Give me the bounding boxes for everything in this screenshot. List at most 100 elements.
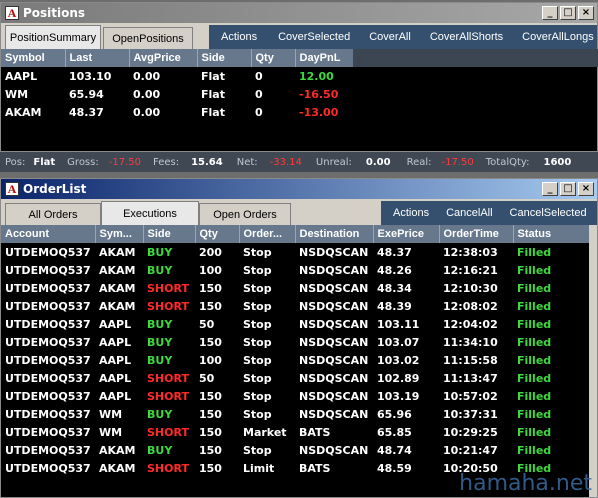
cell-account: UTDEMOQ537 [5,443,91,457]
positions-actions-bar: Actions CoverSelected CoverAll CoverAllS… [209,25,597,49]
orders-scrollbar[interactable] [589,225,597,497]
table-row[interactable]: UTDEMOQ537 WM SHORT 150 Market BATS 65.85 10:29… [1,423,591,441]
col-order-type[interactable]: Order... [239,225,296,243]
orders-tabbar: All Orders Executions Open Orders Action… [1,199,597,225]
cell-destination: NSDQSCAN [299,317,369,331]
table-row[interactable]: UTDEMOQ537 AKAM BUY 100 Stop NSDQSCAN 48.26 12:… [1,261,591,279]
col-exeprice[interactable]: ExePrice [373,225,440,243]
cell-destination: NSDQSCAN [299,407,369,421]
tab-position-summary[interactable]: PositionSummary [5,25,101,49]
cell-ordertime: 12:16:21 [443,263,498,277]
cell-ordertime: 11:15:58 [443,353,498,367]
cell-status: Filled [517,389,552,403]
table-row[interactable]: UTDEMOQ537 AKAM BUY 200 Stop NSDQSCAN 48.37 12:… [1,243,591,261]
minimize-icon[interactable]: _ [542,6,558,20]
cell-account: UTDEMOQ537 [5,407,91,421]
table-row[interactable]: UTDEMOQ537 AAPL SHORT 50 Stop NSDQSCAN 102.89 1… [1,369,591,387]
table-row[interactable]: WM 65.94 0.00 Flat 0 -16.50 [1,85,353,103]
maximize-icon[interactable]: □ [560,182,576,196]
cell-exeprice: 48.26 [377,263,412,277]
orders-actions-bar: Actions CancelAll CancelSelected [381,201,597,225]
cell-side: SHORT [147,461,189,475]
fees-value: 15.64 [191,156,223,168]
cover-all-button[interactable]: CoverAll [357,31,418,43]
col-ordertime[interactable]: OrderTime [439,225,514,243]
col-avgprice[interactable]: AvgPrice [129,49,198,67]
table-row[interactable]: UTDEMOQ537 AKAM SHORT 150 Stop NSDQSCAN 48.34 1… [1,279,591,297]
cover-all-longs-button[interactable]: CoverAllLongs [510,31,598,43]
orderlist-title: OrderList [23,182,87,196]
cell-order-type: Stop [243,353,272,367]
table-row[interactable]: UTDEMOQ537 WM BUY 150 Stop NSDQSCAN 65.96 10:37… [1,405,591,423]
cell-account: UTDEMOQ537 [5,371,91,385]
positions-titlebar[interactable]: A Positions _ □ × [1,3,597,23]
cell-account: UTDEMOQ537 [5,335,91,349]
col-side[interactable]: Side [197,49,252,67]
cell-destination: BATS [299,461,331,475]
cancel-all-button[interactable]: CancelAll [436,207,499,219]
cover-all-shorts-button[interactable]: CoverAllShorts [418,31,510,43]
col-symbol[interactable]: Symbol [1,49,66,67]
gross-label: Gross: [67,156,99,168]
table-row[interactable]: UTDEMOQ537 AAPL BUY 50 Stop NSDQSCAN 103.11 12:… [1,315,591,333]
cell-side: BUY [147,317,173,331]
positions-table: Symbol Last AvgPrice Side Qty DayPnL AAP… [1,49,354,121]
cell-ordertime: 11:13:47 [443,371,498,385]
col-status[interactable]: Status [513,225,592,243]
tab-open-orders[interactable]: Open Orders [199,203,291,225]
maximize-icon[interactable]: □ [560,6,576,20]
table-row[interactable]: UTDEMOQ537 AAPL BUY 150 Stop NSDQSCAN 103.07 11… [1,333,591,351]
pos-value: Flat [33,156,56,168]
tab-all-orders[interactable]: All Orders [5,203,101,225]
col-account[interactable]: Account [1,225,96,243]
close-icon[interactable]: × [578,182,594,196]
minimize-icon[interactable]: _ [542,182,558,196]
orders-actions-menu[interactable]: Actions [381,207,436,219]
cell-exeprice: 103.11 [377,317,420,331]
cell-symbol: AAPL [5,69,38,83]
cell-destination: NSDQSCAN [299,245,369,259]
col-qty[interactable]: Qty [195,225,240,243]
cell-qty: 200 [199,245,222,259]
cell-qty: 0 [255,87,263,101]
cell-status: Filled [517,443,552,457]
cell-account: UTDEMOQ537 [5,245,91,259]
col-qty[interactable]: Qty [251,49,296,67]
cell-ordertime: 11:34:10 [443,335,498,349]
col-daypnl[interactable]: DayPnL [295,49,354,67]
cover-selected-button[interactable]: CoverSelected [264,31,357,43]
col-symbol[interactable]: Sym... [95,225,144,243]
close-icon[interactable]: × [578,6,594,20]
table-row[interactable]: UTDEMOQ537 AAPL BUY 100 Stop NSDQSCAN 103.02 11… [1,351,591,369]
cell-side: SHORT [147,389,189,403]
table-row[interactable]: AAPL 103.10 0.00 Flat 0 12.00 [1,67,353,85]
cell-side: Flat [201,87,225,101]
cancel-selected-button[interactable]: CancelSelected [500,207,594,219]
table-row[interactable]: UTDEMOQ537 AKAM SHORT 150 Stop NSDQSCAN 48.39 1… [1,297,591,315]
cell-symbol: AKAM [99,443,136,457]
cell-status: Filled [517,281,552,295]
table-row[interactable]: UTDEMOQ537 AAPL SHORT 150 Stop NSDQSCAN 103.19… [1,387,591,405]
col-side[interactable]: Side [143,225,196,243]
actions-menu[interactable]: Actions [209,31,264,43]
cell-destination: NSDQSCAN [299,263,369,277]
cell-account: UTDEMOQ537 [5,461,91,475]
cell-exeprice: 103.19 [377,389,420,403]
tab-executions[interactable]: Executions [101,201,199,225]
cell-side: BUY [147,353,173,367]
cell-order-type: Stop [243,371,272,385]
cell-account: UTDEMOQ537 [5,263,91,277]
cell-destination: NSDQSCAN [299,371,369,385]
cell-order-type: Stop [243,335,272,349]
orderlist-titlebar[interactable]: A OrderList _ □ × [1,179,597,199]
cell-order-type: Stop [243,245,272,259]
cell-qty: 150 [199,425,222,439]
tab-open-positions[interactable]: OpenPositions [103,27,193,49]
cell-exeprice: 103.02 [377,353,420,367]
table-row[interactable]: UTDEMOQ537 AKAM BUY 150 Stop NSDQSCAN 48.74 10:… [1,441,591,459]
table-row[interactable]: AKAM 48.37 0.00 Flat 0 -13.00 [1,103,353,121]
net-value: -33.14 [269,156,302,168]
col-last[interactable]: Last [65,49,130,67]
cell-account: UTDEMOQ537 [5,299,91,313]
col-destination[interactable]: Destination [295,225,374,243]
